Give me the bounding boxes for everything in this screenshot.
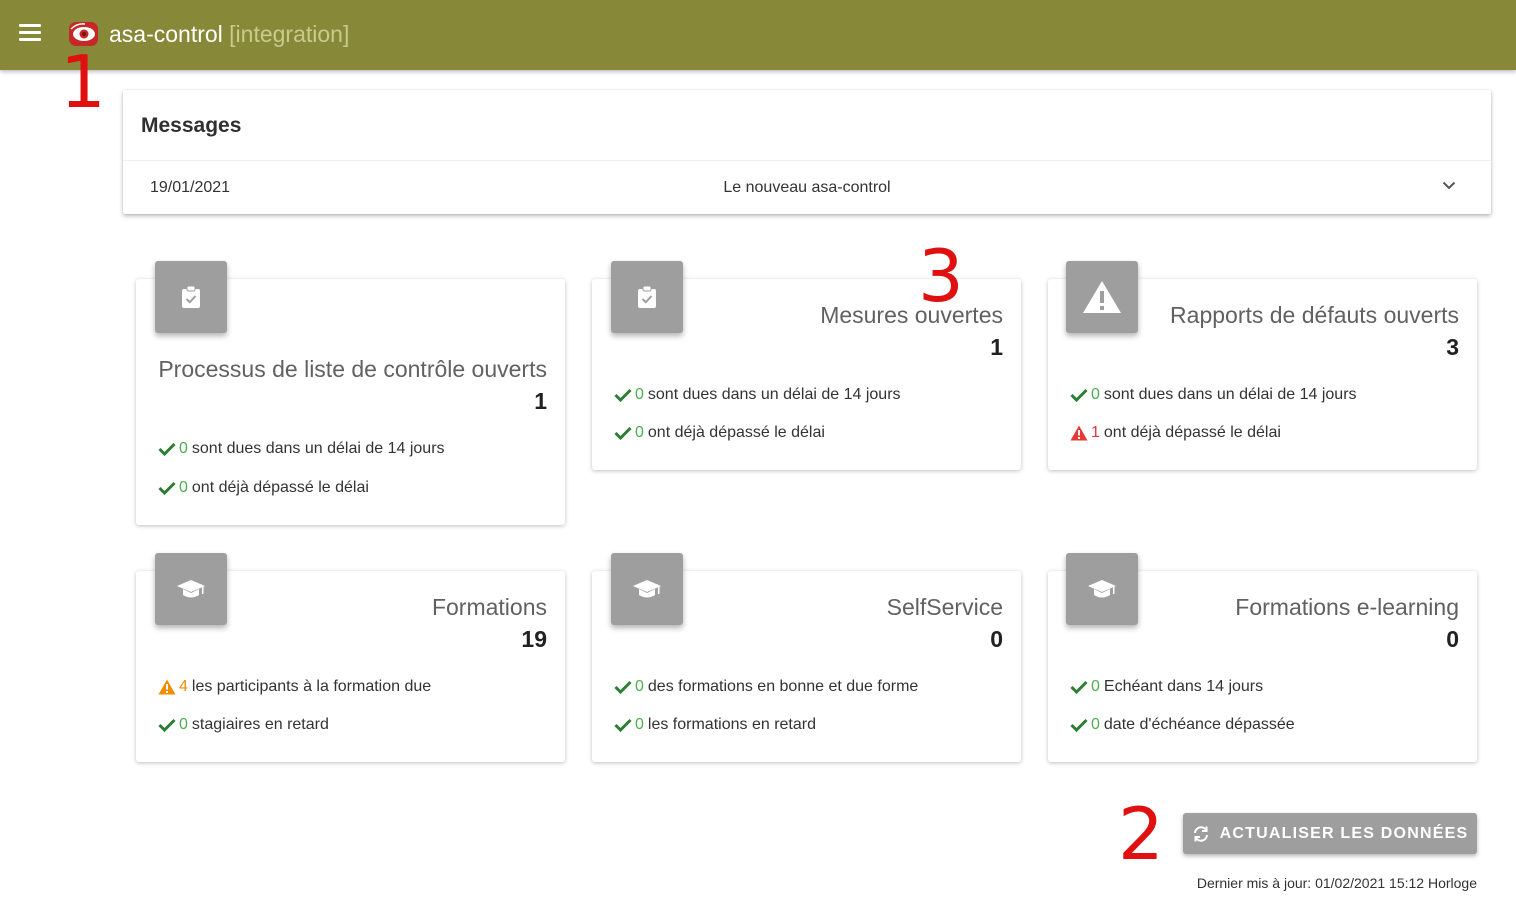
app-bar: asa-control [integration] — [0, 0, 1516, 70]
stat-row: 0 sont dues dans un délai de 14 jours — [1070, 386, 1357, 404]
message-item[interactable]: 19/01/2021 Le nouveau asa-control — [123, 161, 1491, 214]
check-icon — [158, 718, 176, 732]
app-title: asa-control [integration] — [109, 21, 349, 48]
stat-text: sont dues dans un délai de 14 jours — [647, 386, 901, 403]
stat-value: 0 — [635, 716, 644, 733]
refresh-data-label: ACTUALISER LES DONNÉES — [1219, 824, 1469, 842]
stat-value: 4 — [179, 678, 188, 695]
stat-row: 4 les participants à la formation due — [158, 678, 431, 696]
check-icon — [1070, 718, 1088, 732]
card-count: 3 — [1446, 334, 1459, 360]
app-name: asa-control — [109, 21, 223, 47]
check-icon — [614, 426, 632, 440]
check-icon — [614, 388, 632, 402]
stat-text: stagiaires en retard — [191, 716, 329, 733]
stat-text: date d'échéance dépassée — [1103, 716, 1295, 733]
menu-icon[interactable] — [19, 24, 43, 46]
card-title: Mesures ouvertes — [820, 302, 1003, 328]
stat-row: 1 ont déjà dépassé le délai — [1070, 424, 1281, 442]
stat-text: les participants à la formation due — [191, 678, 432, 695]
card-icon-box — [611, 261, 683, 333]
check-icon — [158, 442, 176, 456]
stat-row: 0 ont déjà dépassé le délai — [158, 479, 369, 497]
stat-text: ont déjà dépassé le délai — [1103, 424, 1281, 441]
stat-text: sont dues dans un délai de 14 jours — [1103, 386, 1357, 403]
refresh-data-button[interactable]: ACTUALISER LES DONNÉES — [1183, 813, 1477, 854]
stat-value: 1 — [1091, 424, 1100, 441]
stat-value: 0 — [179, 479, 188, 496]
stat-value: 0 — [635, 386, 644, 403]
environment-label: [integration] — [229, 21, 350, 47]
stat-text: Echéant dans 14 jours — [1103, 678, 1264, 695]
stat-text: des formations en bonne et due forme — [647, 678, 919, 695]
card-count: 0 — [1446, 626, 1459, 652]
card-icon-box — [155, 261, 227, 333]
stat-value: 0 — [635, 424, 644, 441]
card-checklist-processes[interactable]: Processus de liste de contrôle ouverts 1… — [136, 261, 565, 525]
stat-row: 0 sont dues dans un délai de 14 jours — [614, 386, 901, 404]
stat-text: les formations en retard — [647, 716, 816, 733]
check-icon — [1070, 680, 1088, 694]
message-text: Le nouveau asa-control — [723, 179, 891, 196]
stat-value: 0 — [179, 440, 188, 457]
stat-row: 0 sont dues dans un délai de 14 jours — [158, 440, 445, 458]
messages-title: Messages — [141, 114, 242, 137]
graduation-cap-icon — [633, 580, 661, 598]
stat-text: sont dues dans un délai de 14 jours — [191, 440, 445, 457]
card-icon-box — [611, 553, 683, 625]
card-title: SelfService — [886, 594, 1003, 620]
error-warning-icon — [1070, 425, 1088, 441]
check-icon — [614, 680, 632, 694]
card-count: 1 — [534, 388, 547, 414]
warning-icon — [1083, 281, 1121, 313]
stat-row: 0 date d'échéance dépassée — [1070, 716, 1295, 734]
annotation-number: 2 — [1118, 792, 1164, 876]
stat-row: 0 ont déjà dépassé le délai — [614, 424, 825, 442]
stat-text: ont déjà dépassé le délai — [647, 424, 825, 441]
card-count: 1 — [990, 334, 1003, 360]
chevron-down-icon[interactable] — [1441, 177, 1457, 193]
card-icon-box — [1066, 553, 1138, 625]
refresh-icon — [1193, 825, 1208, 842]
annotation-number: 3 — [918, 234, 964, 318]
card-trainings[interactable]: Formations 19 4 les participants à la fo… — [136, 553, 565, 762]
card-elearning[interactable]: Formations e-learning 0 0 Echéant dans 1… — [1048, 553, 1477, 762]
stat-row: 0 des formations en bonne et due forme — [614, 678, 918, 696]
card-title: Formations e-learning — [1235, 594, 1459, 620]
annotation-number: 1 — [60, 40, 106, 124]
check-icon — [614, 718, 632, 732]
card-count: 0 — [990, 626, 1003, 652]
stat-value: 0 — [179, 716, 188, 733]
card-title: Rapports de défauts ouverts — [1170, 302, 1459, 328]
card-selfservice[interactable]: SelfService 0 0 des formations en bonne … — [592, 553, 1021, 762]
stat-row: 0 stagiaires en retard — [158, 716, 329, 734]
stat-value: 0 — [635, 678, 644, 695]
card-title: Formations — [431, 594, 547, 620]
clipboard-check-icon — [638, 286, 656, 308]
graduation-cap-icon — [177, 580, 205, 598]
warning-triangle-icon — [158, 679, 176, 695]
stat-row: 0 les formations en retard — [614, 716, 816, 734]
check-icon — [1070, 388, 1088, 402]
clipboard-check-icon — [182, 286, 200, 308]
stat-text: ont déjà dépassé le délai — [191, 479, 369, 496]
stat-row: 0 Echéant dans 14 jours — [1070, 678, 1263, 696]
card-open-defect-reports[interactable]: Rapports de défauts ouverts 3 0 sont due… — [1048, 261, 1477, 470]
graduation-cap-icon — [1088, 580, 1116, 598]
stat-value: 0 — [1091, 386, 1100, 403]
stat-value: 0 — [1091, 678, 1100, 695]
stat-value: 0 — [1091, 716, 1100, 733]
card-title: Processus de liste de contrôle ouverts — [158, 356, 547, 382]
card-count: 19 — [521, 626, 547, 652]
card-icon-box — [155, 553, 227, 625]
card-icon-box — [1066, 261, 1138, 333]
messages-panel: Messages 19/01/2021 Le nouveau asa-contr… — [123, 90, 1491, 214]
check-icon — [158, 481, 176, 495]
last-update-text: Dernier mis à jour: 01/02/2021 15:12 Hor… — [1196, 875, 1477, 891]
